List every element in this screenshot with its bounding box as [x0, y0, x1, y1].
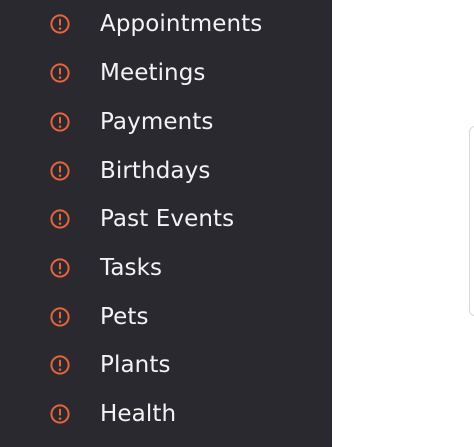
sidebar-item-label: Past Events: [100, 206, 235, 232]
sidebar-item-health[interactable]: Health: [0, 394, 332, 434]
sidebar-item-tasks[interactable]: Tasks: [0, 248, 332, 288]
sidebar-item-label: Appointments: [100, 11, 263, 37]
sidebar-item-appointments[interactable]: Appointments: [0, 4, 332, 44]
sidebar-item-label: Plants: [100, 352, 171, 378]
alert-circle-icon: [49, 160, 71, 182]
sidebar-item-label: Payments: [100, 109, 214, 135]
main-content-area: [332, 0, 474, 447]
sidebar-item-past-events[interactable]: Past Events: [0, 199, 332, 239]
sidebar-item-label: Pets: [100, 304, 149, 330]
sidebar: Appointments Meetings Payments Birthdays…: [0, 0, 332, 447]
alert-circle-icon: [49, 403, 71, 425]
sidebar-item-label: Health: [100, 401, 177, 427]
sidebar-item-birthdays[interactable]: Birthdays: [0, 151, 332, 191]
sidebar-item-label: Meetings: [100, 60, 206, 86]
sidebar-item-payments[interactable]: Payments: [0, 102, 332, 142]
alert-circle-icon: [49, 306, 71, 328]
sidebar-item-meetings[interactable]: Meetings: [0, 53, 332, 93]
alert-circle-icon: [49, 354, 71, 376]
sidebar-item-label: Birthdays: [100, 158, 211, 184]
sidebar-item-pets[interactable]: Pets: [0, 297, 332, 337]
edge-panel[interactable]: [469, 126, 474, 316]
sidebar-item-label: Tasks: [100, 255, 163, 281]
alert-circle-icon: [49, 111, 71, 133]
alert-circle-icon: [49, 208, 71, 230]
alert-circle-icon: [49, 13, 71, 35]
alert-circle-icon: [49, 62, 71, 84]
sidebar-item-plants[interactable]: Plants: [0, 345, 332, 385]
alert-circle-icon: [49, 257, 71, 279]
